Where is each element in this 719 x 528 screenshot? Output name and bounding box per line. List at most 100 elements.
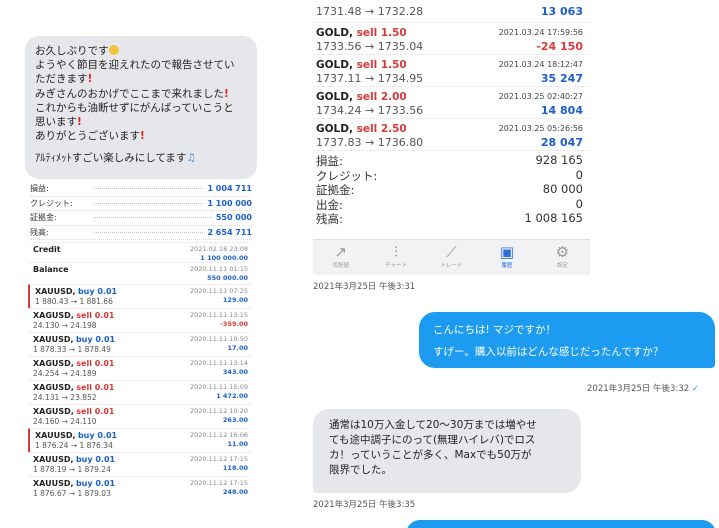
balance-row: 損益: 928 165: [316, 153, 583, 168]
tab-label: トレード: [440, 263, 463, 269]
message-text: みぎさんのおかげでここまで来れました: [35, 87, 224, 100]
history-row: Balance 2020.11.11 01:15 550 000.00: [28, 262, 252, 284]
history-date: 2020.11.11 13:15: [189, 311, 248, 319]
message-text: ｱﾙﾃｨﾒｯﾄすごい楽しみにしてます: [35, 152, 187, 165]
position-row: GOLD, sell 1.50 1733.56 → 1735.04 2021.03.…: [313, 23, 590, 55]
tab-label: チャート: [385, 263, 408, 269]
tab-trade[interactable]: ⟋ トレード: [424, 240, 479, 275]
balance-label: 証拠金:: [316, 183, 355, 197]
history-symbol: XAGUSD,: [33, 311, 74, 320]
message-timestamp: 2021年3月25日 午後3:31: [313, 282, 416, 292]
summary-value: 1 100 000: [207, 198, 252, 208]
position-symbol: GOLD,: [316, 59, 353, 71]
message-line: カ！っていうことが多く、Maxでも50万が: [329, 449, 532, 461]
position-title: GOLD, sell 1.50: [316, 27, 407, 39]
position-symbol: GOLD,: [316, 123, 353, 135]
timestamp-text: 2021年3月25日 午後3:32: [587, 384, 690, 394]
history-row: XAGUSD, sell 0.01 24.160 → 24.110 2020.11.…: [28, 404, 252, 428]
history-row: XAUUSD, buy 0.01 1 878.33 → 1 878.49 2020.…: [28, 332, 252, 356]
position-date: 2021.03.24 18:12:47: [498, 60, 583, 69]
history-action: sell 0.01: [76, 311, 115, 320]
music-note-icon: ♫: [186, 152, 196, 165]
position-amount: 13 063: [540, 5, 583, 18]
message-line: 限界でした。: [329, 464, 392, 476]
summary-value: 550 000: [215, 213, 252, 223]
history-amount: 118.00: [222, 464, 248, 472]
exclamation-icon: !: [87, 73, 93, 86]
summary-row: 証拠金: 550 000: [30, 211, 252, 226]
sent-message-bubble: こんにちは! マジですか！ すげー。購入以前はどんな感じだったんですか？: [419, 312, 715, 368]
tab-chart[interactable]: ⫶ チャート: [368, 240, 423, 275]
message-bubble: お久しぶりですようやく節目を迎えれたので報告させてい ただきます! みぎさんのおかげ…: [25, 36, 257, 179]
history-amount: 343.00: [222, 368, 248, 376]
message-text: ようやく節目を迎えれたので報告させてい: [35, 59, 235, 72]
message-line: 通常は10万入金して20～30万までは増やせ: [329, 419, 537, 431]
message-line: ようやく節目を迎えれたので報告させてい: [35, 58, 247, 72]
history-row: XAUUSD, buy 0.01 1 876.67 → 1 879.03 2020.…: [28, 476, 252, 500]
history-amount: 11.00: [227, 440, 248, 448]
position-amount: 35 247: [540, 72, 583, 85]
history-amount: 129.00: [222, 296, 248, 304]
balance-value: 928 165: [535, 153, 583, 167]
gear-icon: ⚙: [555, 243, 570, 261]
history-action: buy 0.01: [77, 287, 118, 296]
history-amount: 1 100 000.00: [200, 254, 248, 262]
dotted-leader: [94, 217, 212, 219]
position-action: sell 2.00: [356, 91, 407, 103]
trade-icon: ⟋: [446, 243, 457, 261]
history-amount: 17.00: [227, 344, 248, 352]
balance-label: 出金:: [316, 197, 343, 212]
history-symbol: XAUUSD,: [35, 287, 76, 296]
tab-history[interactable]: ▣ 履歴: [479, 240, 534, 275]
message-line: ただきます!: [35, 72, 247, 86]
history-date: 2020.11.12 17:15: [189, 479, 248, 487]
position-date: 2021.03.25 02:40:27: [498, 92, 583, 101]
history-date: 2020.11.12 10:20: [189, 407, 248, 415]
history-prices: 1 878.33 → 1 878.49: [33, 345, 111, 354]
balance-value: 0: [575, 167, 583, 182]
tab-gear[interactable]: ⚙ 設定: [535, 240, 590, 275]
position-row: 1731.48 → 1732.28 13 063: [313, 0, 590, 23]
message-line: みぎさんのおかげでここまで来れました!: [35, 87, 247, 101]
message-text: これからも油断せずにがんばっていこうと: [35, 101, 234, 114]
dotted-leader: [94, 232, 204, 234]
tab-label: 気配値: [332, 263, 349, 269]
position-amount: 14 804: [540, 104, 583, 117]
history-symbol: XAGUSD,: [33, 383, 74, 392]
summary-label: 損益:: [30, 184, 49, 194]
history-row: XAGUSD, sell 0.01 24.130 → 24.198 2020.11.…: [28, 308, 252, 332]
tab-quotes[interactable]: ↗ 気配値: [313, 240, 368, 275]
history-symbol: XAUUSD,: [33, 479, 74, 488]
message-text: ただきます: [35, 73, 88, 86]
account-summary: 損益: 1 004 711 クレジット: 1 100 000 証拠金: 550 000 残高…: [30, 182, 252, 241]
position-prices: 1737.11 → 1734.95: [316, 72, 424, 85]
history-symbol: XAUUSD,: [33, 455, 74, 464]
message-line: すげー。購入以前はどんな感じだったんですか？: [433, 346, 664, 358]
position-title: GOLD, sell 2.00: [316, 91, 407, 103]
mt4-history-screenshot: 1731.48 → 1732.28 13 063 GOLD, sell 1.50…: [313, 0, 590, 275]
position-prices: 1731.48 → 1732.28: [316, 5, 424, 18]
history-row: XAUUSD, buy 0.01 1 876.24 → 1 876.34 2020.…: [28, 428, 252, 452]
message-text: ありがとうございます: [35, 130, 140, 143]
balance-value: 0: [575, 196, 583, 211]
history-row: XAGUSD, sell 0.01 24.254 → 24.189 2020.11.…: [28, 356, 252, 380]
history-action: buy 0.01: [75, 479, 116, 488]
history-prices: 24.254 → 24.189: [33, 369, 97, 378]
history-symbol: Balance: [33, 265, 69, 274]
position-title: GOLD, sell 1.50: [316, 59, 407, 71]
history-action: buy 0.01: [75, 455, 116, 464]
position-row: GOLD, sell 1.50 1737.11 → 1734.95 2021.03.…: [313, 55, 590, 87]
position-title: GOLD, sell 2.50: [316, 123, 407, 135]
history-row: XAUUSD, buy 0.01 1 880.43 → 1 881.66 2020.…: [28, 284, 252, 308]
history-action: sell 0.01: [76, 407, 115, 416]
position-row: GOLD, sell 2.50 1737.83 → 1736.80 2021.03.…: [313, 119, 590, 151]
exclamation-icon: !: [224, 87, 229, 100]
history-amount: 1 472.00: [216, 392, 248, 400]
message-text: お久しぶりです: [35, 45, 109, 57]
history-symbol: XAGUSD,: [33, 359, 74, 368]
position-amount: 28 047: [540, 136, 583, 149]
history-prices: 1 876.24 → 1 876.34: [35, 441, 113, 450]
dotted-leader: [94, 188, 204, 190]
message-timestamp: 2021年3月25日 午後3:35: [313, 500, 416, 510]
